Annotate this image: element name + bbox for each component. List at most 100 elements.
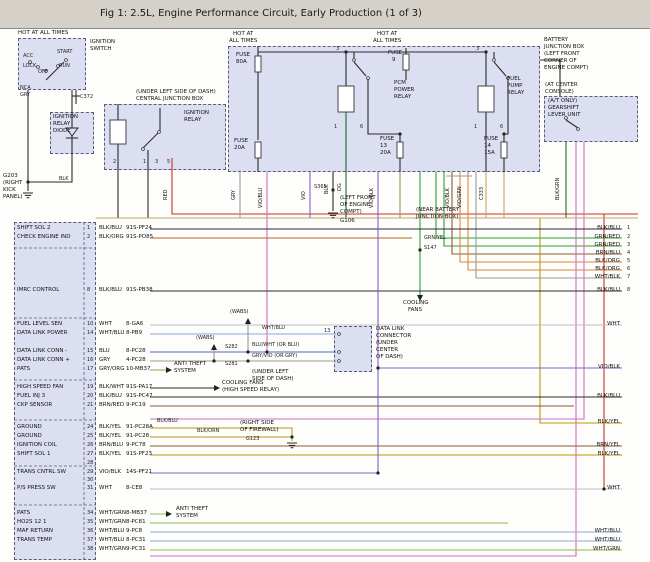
pcm-wire-color: BRN/BLU: [99, 443, 123, 449]
right-wire-label: WHT/GRN: [593, 547, 620, 553]
diagram-label: HOT AT ALL TIMES: [18, 31, 68, 37]
diagram-label: IGNITION: [184, 111, 209, 117]
pcm-circuit-number: 8-PC31: [126, 538, 146, 544]
pcm-wire-color: WHT/GRN: [99, 520, 126, 526]
diagram-label: SWITCH: [90, 47, 112, 53]
pcm-circuit-number: 4-PC28: [126, 358, 146, 364]
diagram-label: (UNDER: [376, 341, 398, 347]
pcm-row-label: IMRC CONTROL: [17, 288, 59, 294]
pcm-pin-number: 31: [87, 486, 93, 491]
pcm-circuit-number: 9-PC19: [126, 403, 146, 409]
splice-dot: [418, 248, 421, 251]
diagram-label: (UNDER LEFT SIDE OF DASH): [136, 90, 216, 96]
diagram-label: 13: [324, 329, 330, 334]
diagram-label: (WABS): [196, 336, 215, 341]
diagram-label: BLK/ORN: [197, 429, 219, 434]
pcm-wire-color: WHT: [99, 322, 112, 328]
diagram-label: PCM: [394, 81, 406, 87]
pcm-wire-color: GRY/ORG: [99, 367, 124, 373]
right-wire-number: 3: [627, 243, 630, 248]
diagram-label: (RIGHT: [3, 181, 22, 187]
diagram-label: 6: [500, 125, 503, 130]
pcm-circuit-number: 9-PC78: [126, 443, 146, 449]
pcm-pin-number: 8: [87, 288, 90, 293]
diagram-label: 2: [113, 160, 116, 165]
wire-color-label: VIO/BLK: [370, 188, 375, 208]
pcm-circuit-number: 91S-PB38: [126, 288, 153, 294]
pcm-circuit-number: 8-GA6: [126, 322, 143, 328]
diagram-label: WHT/BLU: [262, 326, 285, 331]
pcm-wire-color: WHT/GRN: [99, 547, 126, 553]
diagram-label: GRN/YEL: [424, 236, 446, 241]
pcm-pin-number: 27: [87, 452, 93, 457]
diagram-label: OFF: [38, 70, 48, 75]
wire-color-label: C333: [480, 187, 485, 200]
diagram-label: RELAY: [507, 91, 524, 97]
pcm-row-label: MAF RETURN: [17, 529, 53, 535]
diagram-label: POWER: [394, 88, 414, 94]
pcm-circuit-number: 14S-PF21: [126, 470, 152, 476]
right-wire-label: WHT/BLU: [595, 529, 620, 535]
pcm-circuit-number: 91S-PC47: [126, 394, 153, 400]
pcm-row-label: GROUND: [17, 425, 42, 431]
diagram-label: (HIGH SPEED RELAY): [222, 388, 279, 394]
pcm-circuit-number: 91S-PF23: [126, 452, 152, 458]
diagram-label: BLK: [59, 177, 69, 182]
diagram-label: (WABS): [230, 310, 249, 315]
pcm-row-label: DATA LINK POWER: [17, 331, 67, 337]
splice-dot: [376, 366, 379, 369]
pcm-wire-color: BLK/BLU: [99, 288, 122, 294]
diagram-label: LOCK: [23, 64, 36, 69]
pcm-row-label: CHECK ENGINE IND: [17, 235, 70, 241]
right-wire-number: 4: [627, 251, 630, 256]
diagram-label: FANS: [408, 308, 422, 314]
diagram-label: 1: [143, 160, 146, 165]
wire-color-label: VIO/BLU: [259, 188, 264, 208]
pcm-row-label: CKP SENSOR: [17, 403, 52, 409]
diagram-label: COMPT): [340, 210, 362, 216]
figure-title-bar: Fig 1: 2.5L, Engine Performance Circuit,…: [0, 0, 650, 29]
wire-orange: [460, 172, 622, 262]
diagram-label: COOLING FANS: [222, 381, 263, 387]
pcm-row-label: GROUND: [17, 434, 42, 440]
right-wire-number: 8: [627, 288, 630, 293]
diagram-label: FUSE: [380, 137, 394, 143]
wire-color-label: GRY: [232, 190, 237, 200]
diagram-label: (RIGHT SIDE: [240, 421, 274, 427]
pcm-wire-color: BLK/YEL: [99, 452, 121, 458]
pcm-row-label: PATS: [17, 511, 30, 517]
diagram-label: G106: [340, 219, 355, 225]
pcm-pin-number: 36: [87, 529, 93, 534]
right-wire-label: WHT: [607, 322, 620, 328]
pcm-row-label: TRANS TEMP: [17, 538, 52, 544]
splice-dot: [246, 350, 249, 353]
diagram-label: CONNECTOR: [376, 334, 411, 340]
arrow-right-icon: [166, 511, 172, 517]
pcm-pin-number: 2: [87, 235, 90, 240]
pcm-wire-color: WHT/BLU: [99, 529, 124, 535]
diagram-label: DIODE: [53, 129, 71, 135]
pcm-pin-number: 19: [87, 385, 93, 390]
splice-dot: [602, 487, 605, 490]
wire-color-label: BLK/GRN: [556, 178, 561, 200]
diagram-label: GRY: [20, 93, 30, 98]
pcm-pin-number: 38: [87, 547, 93, 552]
pcm-circuit-number: 8-PC81: [126, 520, 146, 526]
wire-color-label: VIO/BLK: [446, 188, 451, 208]
pcm-wire-color: BLK/BLU: [99, 226, 122, 232]
pcm-pin-number: 17: [87, 367, 93, 372]
pcm-wire-color: GRY: [99, 358, 110, 364]
right-wire-label: BLK/BLU: [597, 394, 620, 400]
diagram-label: 14: [484, 144, 491, 150]
wire-green: [436, 172, 622, 238]
right-wire-label: BRN/BLU: [596, 251, 620, 257]
diagram-label: 15A: [484, 151, 495, 157]
diagram-label: 3: [155, 160, 158, 165]
pcm-pin-number: 37: [87, 538, 93, 543]
diagram-label: SYSTEM: [174, 369, 196, 375]
splice-dot: [26, 180, 29, 183]
pcm-circuit-number: 8-PB9: [126, 331, 142, 337]
data-link-connector-box: [334, 326, 372, 372]
diagram-label: 3: [336, 47, 339, 52]
right-wire-label: VIO/BLK: [598, 365, 620, 371]
